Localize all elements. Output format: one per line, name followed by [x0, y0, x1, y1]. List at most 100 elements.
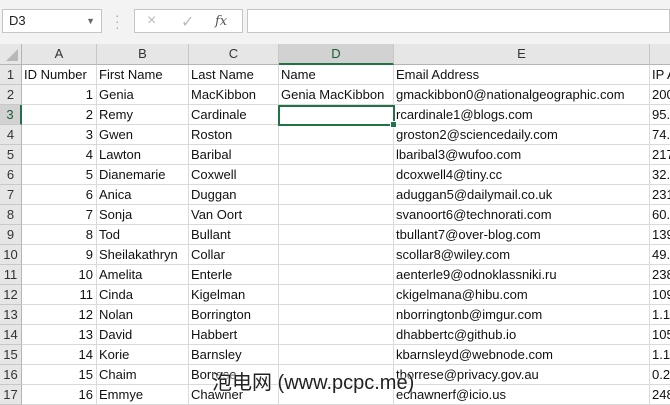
row-header[interactable]: 11	[0, 265, 22, 285]
table-cell[interactable]: 11	[22, 285, 97, 305]
table-cell[interactable]: 74.	[650, 125, 670, 145]
table-cell[interactable]	[279, 205, 394, 225]
column-header-c[interactable]: C	[189, 44, 279, 65]
row-header[interactable]: 6	[0, 165, 22, 185]
table-cell[interactable]: 8	[22, 225, 97, 245]
column-header-a[interactable]: A	[22, 44, 97, 65]
table-cell[interactable]: 3	[22, 125, 97, 145]
table-cell[interactable]	[279, 345, 394, 365]
table-cell[interactable]: kbarnsleyd@webnode.com	[394, 345, 650, 365]
table-cell[interactable]: 217	[650, 145, 670, 165]
table-cell[interactable]: Barnsley	[189, 345, 279, 365]
header-cell[interactable]: Name	[279, 65, 394, 85]
header-cell[interactable]: Email Address	[394, 65, 650, 85]
table-cell[interactable]: 248	[650, 385, 670, 405]
row-header[interactable]: 13	[0, 305, 22, 325]
column-header-e[interactable]: E	[394, 44, 650, 65]
table-cell[interactable]: aenterle9@odnoklassniki.ru	[394, 265, 650, 285]
table-cell[interactable]: 15	[22, 365, 97, 385]
enter-icon[interactable]: ✓	[181, 12, 194, 32]
row-header[interactable]: 10	[0, 245, 22, 265]
table-cell[interactable]	[279, 305, 394, 325]
table-cell[interactable]: 13	[22, 325, 97, 345]
table-cell[interactable]: echawnerf@icio.us	[394, 385, 650, 405]
table-cell[interactable]: Genia MacKibbon	[279, 85, 394, 105]
table-cell[interactable]: 0.2	[650, 365, 670, 385]
table-cell[interactable]	[279, 225, 394, 245]
table-cell[interactable]: 200	[650, 85, 670, 105]
table-cell[interactable]: 60.	[650, 205, 670, 225]
name-box[interactable]: D3 ▼	[2, 9, 102, 33]
insert-function-icon[interactable]: fx	[215, 14, 227, 29]
table-cell[interactable]: Cinda	[97, 285, 189, 305]
table-cell[interactable]	[279, 265, 394, 285]
table-cell[interactable]: 4	[22, 145, 97, 165]
table-cell[interactable]: Anica	[97, 185, 189, 205]
select-all-button[interactable]	[0, 44, 22, 65]
row-header[interactable]: 8	[0, 205, 22, 225]
table-cell[interactable]	[279, 185, 394, 205]
table-cell[interactable]: Remy	[97, 105, 189, 125]
table-cell[interactable]	[279, 285, 394, 305]
table-cell[interactable]: svanoort6@technorati.com	[394, 205, 650, 225]
table-cell[interactable]: Emmye	[97, 385, 189, 405]
table-cell[interactable]: Duggan	[189, 185, 279, 205]
row-header[interactable]: 16	[0, 365, 22, 385]
table-cell[interactable]: rcardinale1@blogs.com	[394, 105, 650, 125]
table-cell[interactable]: 231	[650, 185, 670, 205]
row-header[interactable]: 5	[0, 145, 22, 165]
table-cell[interactable]: Amelita	[97, 265, 189, 285]
table-cell[interactable]: Coxwell	[189, 165, 279, 185]
row-header[interactable]: 2	[0, 85, 22, 105]
table-cell[interactable]: 6	[22, 185, 97, 205]
table-cell[interactable]: dhabbertc@github.io	[394, 325, 650, 345]
row-header[interactable]: 4	[0, 125, 22, 145]
row-header[interactable]: 3	[0, 105, 22, 125]
table-cell[interactable]: Cardinale	[189, 105, 279, 125]
table-cell[interactable]: 5	[22, 165, 97, 185]
fill-handle[interactable]	[390, 121, 397, 128]
cancel-icon[interactable]: ×	[147, 12, 156, 30]
row-header[interactable]: 15	[0, 345, 22, 365]
table-cell[interactable]: lbaribal3@wufoo.com	[394, 145, 650, 165]
table-cell[interactable]: Habbert	[189, 325, 279, 345]
table-cell[interactable]: 1.1	[650, 305, 670, 325]
active-cell-selection[interactable]	[278, 105, 397, 128]
header-cell[interactable]: First Name	[97, 65, 189, 85]
table-cell[interactable]	[279, 165, 394, 185]
table-cell[interactable]: scollar8@wiley.com	[394, 245, 650, 265]
row-header[interactable]: 17	[0, 385, 22, 405]
column-header-b[interactable]: B	[97, 44, 189, 65]
row-header[interactable]: 7	[0, 185, 22, 205]
table-cell[interactable]: 7	[22, 205, 97, 225]
table-cell[interactable]: Nolan	[97, 305, 189, 325]
table-cell[interactable]: tbullant7@over-blog.com	[394, 225, 650, 245]
table-cell[interactable]: 2	[22, 105, 97, 125]
table-cell[interactable]: 49.	[650, 245, 670, 265]
row-header[interactable]: 12	[0, 285, 22, 305]
table-cell[interactable]: Gwen	[97, 125, 189, 145]
header-cell[interactable]: IP A	[650, 65, 670, 85]
table-cell[interactable]: 139	[650, 225, 670, 245]
table-cell[interactable]: 32.	[650, 165, 670, 185]
table-cell[interactable]: 12	[22, 305, 97, 325]
table-cell[interactable]: Bullant	[189, 225, 279, 245]
table-cell[interactable]: Enterle	[189, 265, 279, 285]
table-cell[interactable]: 16	[22, 385, 97, 405]
table-cell[interactable]: ckigelmana@hibu.com	[394, 285, 650, 305]
row-header[interactable]: 1	[0, 65, 22, 85]
table-cell[interactable]	[279, 145, 394, 165]
table-cell[interactable]	[279, 125, 394, 145]
chevron-down-icon[interactable]: ▼	[86, 10, 95, 32]
table-cell[interactable]: Sheilakathryn	[97, 245, 189, 265]
table-cell[interactable]: Van Oort	[189, 205, 279, 225]
table-cell[interactable]: nborringtonb@imgur.com	[394, 305, 650, 325]
header-cell[interactable]: ID Number	[22, 65, 97, 85]
table-cell[interactable]: 109	[650, 285, 670, 305]
column-header-f[interactable]	[650, 44, 670, 65]
table-cell[interactable]: 1	[22, 85, 97, 105]
table-cell[interactable]: Baribal	[189, 145, 279, 165]
header-cell[interactable]: Last Name	[189, 65, 279, 85]
row-header[interactable]: 9	[0, 225, 22, 245]
table-cell[interactable]	[279, 325, 394, 345]
